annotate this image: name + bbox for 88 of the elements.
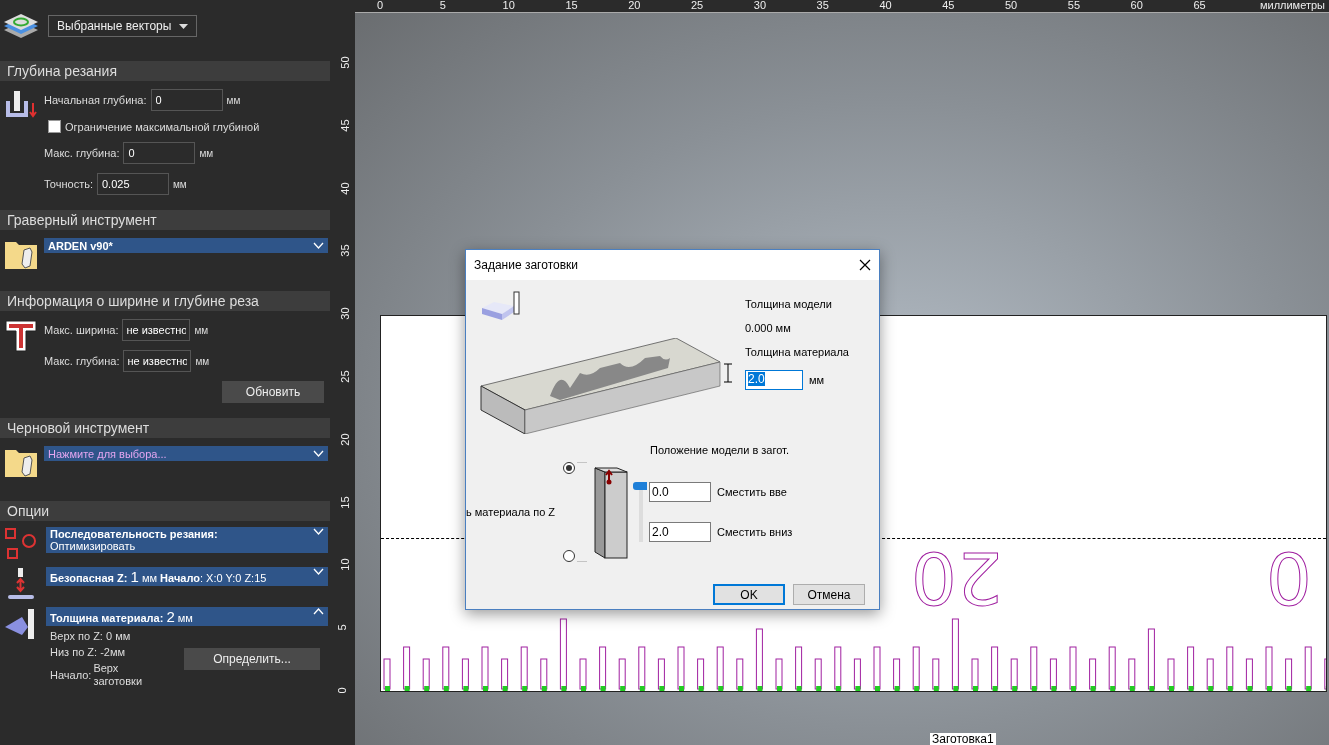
- slider-thumb[interactable]: [633, 482, 648, 490]
- ruler-label: 35: [816, 0, 829, 11]
- checkbox[interactable]: [48, 120, 61, 133]
- ruler-label: 30: [753, 0, 767, 11]
- ruler-label: 0: [336, 687, 348, 694]
- field-label: Точность:: [44, 178, 93, 190]
- input-field[interactable]: 0.025: [97, 173, 169, 195]
- vector-text: 20: [911, 538, 1003, 618]
- chevron-up-icon[interactable]: [313, 608, 324, 615]
- field-label: Начальная глубина:: [44, 94, 147, 106]
- field-label: Макс. ширина:: [44, 324, 119, 336]
- tool-dropdown[interactable]: Нажмите для выбора...: [44, 446, 328, 461]
- ruler-label: 45: [339, 119, 351, 132]
- chevron-down-icon[interactable]: [313, 450, 324, 457]
- input-field[interactable]: 0: [150, 89, 223, 111]
- dialog-button[interactable]: OK: [713, 584, 785, 605]
- field-label: Макс. глубина:: [44, 355, 120, 367]
- section-header: Опции: [0, 501, 330, 521]
- ruler-label: 30: [339, 307, 351, 320]
- unit-label: мм: [173, 178, 187, 190]
- radio-button[interactable]: [563, 462, 576, 474]
- model-thickness-value: 0.000 мм: [745, 322, 792, 334]
- origin-value: Верх заготовки: [93, 662, 144, 688]
- cut-sequence-icon: [4, 527, 38, 561]
- input-field[interactable]: 0: [123, 142, 196, 164]
- input-field[interactable]: не известно: [122, 319, 191, 341]
- ruler-label: 10: [502, 0, 515, 11]
- ruler-label: 5: [439, 0, 446, 11]
- tool-dropdown[interactable]: ARDEN v90*: [44, 238, 328, 253]
- ruler-label: 25: [691, 0, 704, 11]
- t-profile-icon: [4, 319, 38, 353]
- ruler-label: 55: [1067, 0, 1081, 11]
- vector-selection-dropdown[interactable]: Выбранные векторы: [48, 15, 198, 37]
- caret-icon[interactable]: [179, 23, 189, 29]
- ruler-label: 50: [1005, 0, 1018, 11]
- ruler-label: 45: [942, 0, 955, 11]
- bottom-z-text: Низ по Z: -2мм: [50, 646, 127, 658]
- define-button[interactable]: Определить...: [184, 648, 320, 670]
- ruler-label: 40: [339, 181, 351, 195]
- input-field[interactable]: не известно: [123, 350, 192, 372]
- material-thickness-label: Толщина материала: [745, 346, 850, 358]
- unit-label: мм: [199, 147, 214, 159]
- ruler-label: 0: [377, 0, 384, 11]
- material-thickness-field[interactable]: 2.0: [745, 370, 803, 390]
- unit-label: мм: [226, 94, 241, 106]
- ruler-label: 20: [339, 433, 351, 446]
- top-z-text: Верх по Z: 0 мм: [50, 630, 132, 642]
- field-label: Макс. глубина:: [44, 147, 120, 159]
- ruler-label: 60: [1130, 0, 1143, 11]
- cut-depth-icon: [4, 89, 38, 119]
- section-header: Черновой инструмент: [0, 418, 330, 438]
- unit-label: мм: [809, 374, 825, 386]
- option-bar[interactable]: Последовательность резания: Оптимизировать: [46, 527, 328, 553]
- sheet-label: Заготовка1: [930, 733, 996, 745]
- model-thickness-label: Толщина модели: [745, 298, 833, 310]
- offset-up-field[interactable]: 0.0: [649, 482, 712, 502]
- section-header: Информация о ширине и глубине реза: [0, 291, 330, 311]
- update-button[interactable]: Обновить: [222, 381, 324, 403]
- ruler-label: 10: [339, 558, 351, 571]
- ruler-label: 35: [339, 244, 351, 257]
- unit-label: мм: [194, 324, 209, 336]
- checkbox-label: Ограничение максимальной глубиной: [65, 120, 260, 133]
- origin-label: Начало:: [50, 669, 92, 681]
- offset-up-label: Сместить вве: [717, 486, 788, 498]
- ruler-label: 25: [339, 370, 351, 383]
- ruler-label: 65: [1193, 0, 1206, 11]
- ruler-label: 20: [628, 0, 641, 11]
- ruler-label: 15: [339, 495, 351, 509]
- ruler-label: 15: [565, 0, 578, 11]
- offset-down-label: Сместить вниз: [717, 526, 794, 538]
- unit-label: мм: [195, 355, 210, 367]
- chevron-down-icon[interactable]: [313, 528, 324, 535]
- vector-text: 0: [1266, 538, 1312, 618]
- model-position-label: Положение модели в загот.: [649, 444, 790, 456]
- offset-down-field[interactable]: 2.0: [649, 522, 712, 542]
- ruler-label: 40: [879, 0, 892, 11]
- dialog-button[interactable]: Отмена: [793, 584, 865, 605]
- section-header: Глубина резания: [0, 61, 330, 81]
- ruler-unit-label: миллиметры: [1259, 0, 1325, 11]
- ruler-label: 5: [336, 624, 348, 631]
- dialog-title: Задание заготовки: [474, 258, 578, 272]
- radio-button[interactable]: [563, 550, 576, 562]
- ruler-label: 50: [339, 56, 351, 69]
- section-header: Граверный инструмент: [0, 210, 330, 230]
- close-icon[interactable]: [859, 259, 871, 271]
- chevron-down-icon[interactable]: [313, 242, 324, 249]
- chevron-down-icon[interactable]: [313, 568, 324, 575]
- z-position-label: ь материала по Z: [466, 506, 556, 518]
